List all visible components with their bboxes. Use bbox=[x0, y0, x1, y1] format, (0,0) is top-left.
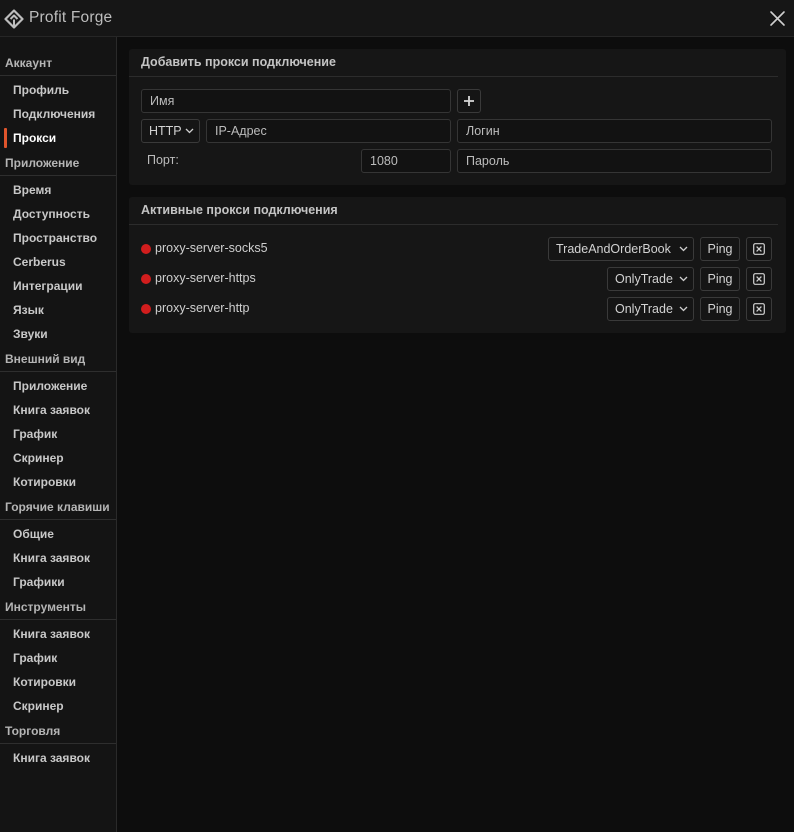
chevron-down-icon bbox=[679, 276, 688, 282]
ping-button[interactable]: Ping bbox=[700, 297, 740, 321]
ping-button[interactable]: Ping bbox=[700, 237, 740, 261]
sidebar-item-cerberus[interactable]: Cerberus bbox=[0, 250, 116, 274]
sidebar-item-language[interactable]: Язык bbox=[0, 298, 116, 322]
proxy-name: proxy-server-http bbox=[155, 301, 250, 315]
sidebar-item-sounds[interactable]: Звуки bbox=[0, 322, 116, 346]
status-indicator bbox=[141, 244, 151, 254]
proxy-name-input[interactable] bbox=[141, 89, 451, 113]
proxy-mode-value: OnlyTrade bbox=[615, 302, 673, 316]
sidebar-item-connections[interactable]: Подключения bbox=[0, 102, 116, 126]
proxy-mode-select[interactable]: OnlyTrade bbox=[607, 267, 694, 291]
proxy-name: proxy-server-socks5 bbox=[155, 241, 268, 255]
sidebar-section-tools: Инструменты bbox=[0, 595, 116, 620]
sidebar-item-accessibility[interactable]: Доступность bbox=[0, 202, 116, 226]
add-proxy-panel: Добавить прокси подключение HTTP Порт: bbox=[129, 49, 786, 185]
sidebar-item-appearance-orderbook[interactable]: Книга заявок bbox=[0, 398, 116, 422]
remove-proxy-button[interactable] bbox=[746, 237, 772, 261]
active-proxies-title: Активные прокси подключения bbox=[141, 203, 338, 217]
port-label: Порт: bbox=[147, 153, 179, 167]
profit-forge-logo-icon bbox=[4, 9, 24, 29]
protocol-value: HTTP bbox=[149, 124, 182, 138]
sidebar-section-application: Приложение bbox=[0, 151, 116, 176]
ip-address-input[interactable] bbox=[206, 119, 451, 143]
sidebar-section-hotkeys: Горячие клавиши bbox=[0, 495, 116, 520]
sidebar-item-tools-chart[interactable]: График bbox=[0, 646, 116, 670]
close-icon[interactable] bbox=[768, 9, 787, 28]
remove-icon bbox=[753, 243, 765, 255]
add-proxy-button[interactable] bbox=[457, 89, 481, 113]
password-input[interactable] bbox=[457, 149, 772, 173]
sidebar-item-appearance-quotes[interactable]: Котировки bbox=[0, 470, 116, 494]
sidebar-item-proxy[interactable]: Прокси bbox=[0, 126, 116, 150]
status-indicator bbox=[141, 274, 151, 284]
sidebar-item-appearance-chart[interactable]: График bbox=[0, 422, 116, 446]
sidebar-item-workspace[interactable]: Пространство bbox=[0, 226, 116, 250]
plus-icon bbox=[464, 96, 474, 106]
chevron-down-icon bbox=[185, 128, 194, 134]
proxy-row: proxy-server-https OnlyTrade Ping bbox=[129, 267, 786, 291]
panel-divider bbox=[129, 224, 778, 225]
login-input[interactable] bbox=[457, 119, 772, 143]
sidebar-section-trading: Торговля bbox=[0, 719, 116, 744]
remove-proxy-button[interactable] bbox=[746, 297, 772, 321]
active-proxies-panel: Активные прокси подключения proxy-server… bbox=[129, 197, 786, 333]
sidebar-section-account: Аккаунт bbox=[0, 51, 116, 76]
app-title: Profit Forge bbox=[29, 9, 113, 26]
sidebar-item-hotkeys-general[interactable]: Общие bbox=[0, 522, 116, 546]
sidebar-item-hotkeys-orderbook[interactable]: Книга заявок bbox=[0, 546, 116, 570]
chevron-down-icon bbox=[679, 306, 688, 312]
settings-sidebar: Аккаунт Профиль Подключения Прокси Прило… bbox=[0, 37, 117, 832]
remove-proxy-button[interactable] bbox=[746, 267, 772, 291]
protocol-select[interactable]: HTTP bbox=[141, 119, 200, 143]
title-bar: Profit Forge bbox=[0, 0, 794, 37]
proxy-mode-select[interactable]: TradeAndOrderBook bbox=[548, 237, 694, 261]
sidebar-item-time[interactable]: Время bbox=[0, 178, 116, 202]
sidebar-item-appearance-screener[interactable]: Скринер bbox=[0, 446, 116, 470]
remove-icon bbox=[753, 273, 765, 285]
sidebar-item-tools-orderbook[interactable]: Книга заявок bbox=[0, 622, 116, 646]
proxy-mode-value: TradeAndOrderBook bbox=[556, 242, 671, 256]
proxy-row: proxy-server-socks5 TradeAndOrderBook Pi… bbox=[129, 237, 786, 261]
proxy-mode-select[interactable]: OnlyTrade bbox=[607, 297, 694, 321]
sidebar-section-appearance: Внешний вид bbox=[0, 347, 116, 372]
sidebar-item-hotkeys-charts[interactable]: Графики bbox=[0, 570, 116, 594]
ping-button[interactable]: Ping bbox=[700, 267, 740, 291]
sidebar-item-tools-quotes[interactable]: Котировки bbox=[0, 670, 116, 694]
sidebar-item-profile[interactable]: Профиль bbox=[0, 78, 116, 102]
proxy-name: proxy-server-https bbox=[155, 271, 256, 285]
chevron-down-icon bbox=[679, 246, 688, 252]
proxy-mode-value: OnlyTrade bbox=[615, 272, 673, 286]
add-proxy-title: Добавить прокси подключение bbox=[141, 55, 336, 69]
sidebar-item-tools-screener[interactable]: Скринер bbox=[0, 694, 116, 718]
panel-divider bbox=[129, 76, 778, 77]
proxy-row: proxy-server-http OnlyTrade Ping bbox=[129, 297, 786, 321]
remove-icon bbox=[753, 303, 765, 315]
status-indicator bbox=[141, 304, 151, 314]
port-input[interactable] bbox=[361, 149, 451, 173]
sidebar-item-integrations[interactable]: Интеграции bbox=[0, 274, 116, 298]
sidebar-item-trading-orderbook[interactable]: Книга заявок bbox=[0, 746, 116, 770]
sidebar-item-appearance-application[interactable]: Приложение bbox=[0, 374, 116, 398]
